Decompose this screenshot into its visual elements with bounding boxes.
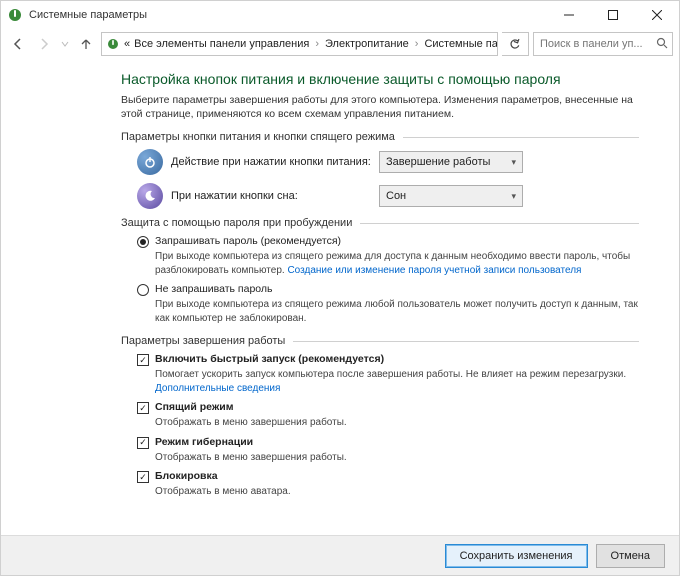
group-buttons-legend: Параметры кнопки питания и кнопки спящег… [121,131,639,143]
more-info-link[interactable]: Дополнительные сведения [155,383,280,394]
divider [360,223,639,224]
address-bar[interactable]: « Все элементы панели управления › Элект… [101,32,498,56]
search-icon [656,37,668,52]
divider [403,137,639,138]
title-text: Системные параметры [29,9,547,21]
check-sleep: Спящий режим [137,401,639,414]
chevron-down-icon: ▾ [511,191,516,202]
check-hibernate-input[interactable] [137,437,149,449]
footer: Сохранить изменения Отмена [1,535,679,575]
divider [293,341,639,342]
sleep-button-label: При нажатии кнопки сна: [171,190,371,202]
check-sleep-input[interactable] [137,402,149,414]
group-shutdown-legend: Параметры завершения работы [121,335,639,347]
window-controls [547,1,679,29]
power-icon [137,149,163,175]
crumb-1[interactable]: Все элементы панели управления [134,38,309,50]
power-button-label: Действие при нажатии кнопки питания: [171,156,371,168]
group-buttons-legend-text: Параметры кнопки питания и кнопки спящег… [121,131,395,143]
check-lock-desc: Отображать в меню аватара. [155,485,639,499]
check-fast-startup-input[interactable] [137,354,149,366]
crumb-2[interactable]: Электропитание [325,38,409,50]
search-input[interactable] [538,37,652,51]
back-button[interactable] [7,33,29,55]
group-shutdown-legend-text: Параметры завершения работы [121,335,285,347]
radio-require-password-desc: При выходе компьютера из спящего режима … [155,250,639,277]
check-fast-startup-label[interactable]: Включить быстрый запуск (рекомендуется) [155,353,384,365]
save-button[interactable]: Сохранить изменения [445,544,588,568]
check-fast-startup-desc: Помогает ускорить запуск компьютера посл… [155,368,639,395]
group-password-legend: Защита с помощью пароля при пробуждении [121,217,639,229]
nav-row: « Все элементы панели управления › Элект… [1,29,679,59]
check-hibernate-desc: Отображать в меню завершения работы. [155,451,639,465]
create-change-password-link[interactable]: Создание или изменение пароля учетной за… [287,265,581,276]
radio-require-password-input[interactable] [137,236,149,248]
refresh-button[interactable] [502,32,529,56]
group-password-legend-text: Защита с помощью пароля при пробуждении [121,217,352,229]
check-fast-startup: Включить быстрый запуск (рекомендуется) [137,353,639,366]
crumb-prefix: « [124,38,130,50]
recent-dropdown[interactable] [59,33,71,55]
crumb-3[interactable]: Системные параметры [424,38,498,50]
check-hibernate-label[interactable]: Режим гибернации [155,436,253,448]
radio-require-password: Запрашивать пароль (рекомендуется) [137,235,639,248]
content: Настройка кнопок питания и включение защ… [1,59,679,535]
control-panel-icon [106,36,120,52]
sleep-button-row: При нажатии кнопки сна: Сон ▾ [137,183,639,209]
radio-no-password: Не запрашивать пароль [137,283,639,296]
cancel-button[interactable]: Отмена [596,544,665,568]
app-icon [7,7,23,23]
check-hibernate: Режим гибернации [137,436,639,449]
radio-no-password-input[interactable] [137,284,149,296]
sleep-button-value: Сон [386,190,406,202]
power-button-row: Действие при нажатии кнопки питания: Зав… [137,149,639,175]
power-button-value: Завершение работы [386,156,490,168]
radio-no-password-desc: При выходе компьютера из спящего режима … [155,298,639,325]
radio-no-password-label[interactable]: Не запрашивать пароль [155,283,272,295]
maximize-button[interactable] [591,1,635,29]
chevron-down-icon: ▾ [511,157,516,168]
minimize-button[interactable] [547,1,591,29]
search-box[interactable] [533,32,673,56]
sleep-button-action-dropdown[interactable]: Сон ▾ [379,185,523,207]
close-button[interactable] [635,1,679,29]
chevron-icon: › [313,38,321,50]
check-lock-input[interactable] [137,471,149,483]
page-heading: Настройка кнопок питания и включение защ… [121,71,639,87]
up-button[interactable] [75,33,97,55]
forward-button[interactable] [33,33,55,55]
titlebar: Системные параметры [1,1,679,29]
radio-require-password-label[interactable]: Запрашивать пароль (рекомендуется) [155,235,341,247]
chevron-icon: › [413,38,421,50]
check-sleep-label[interactable]: Спящий режим [155,401,234,413]
check-lock: Блокировка [137,470,639,483]
power-button-action-dropdown[interactable]: Завершение работы ▾ [379,151,523,173]
check-lock-label[interactable]: Блокировка [155,470,218,482]
check-sleep-desc: Отображать в меню завершения работы. [155,416,639,430]
window: Системные параметры [0,0,680,576]
page-intro: Выберите параметры завершения работы для… [121,93,639,121]
moon-icon [137,183,163,209]
